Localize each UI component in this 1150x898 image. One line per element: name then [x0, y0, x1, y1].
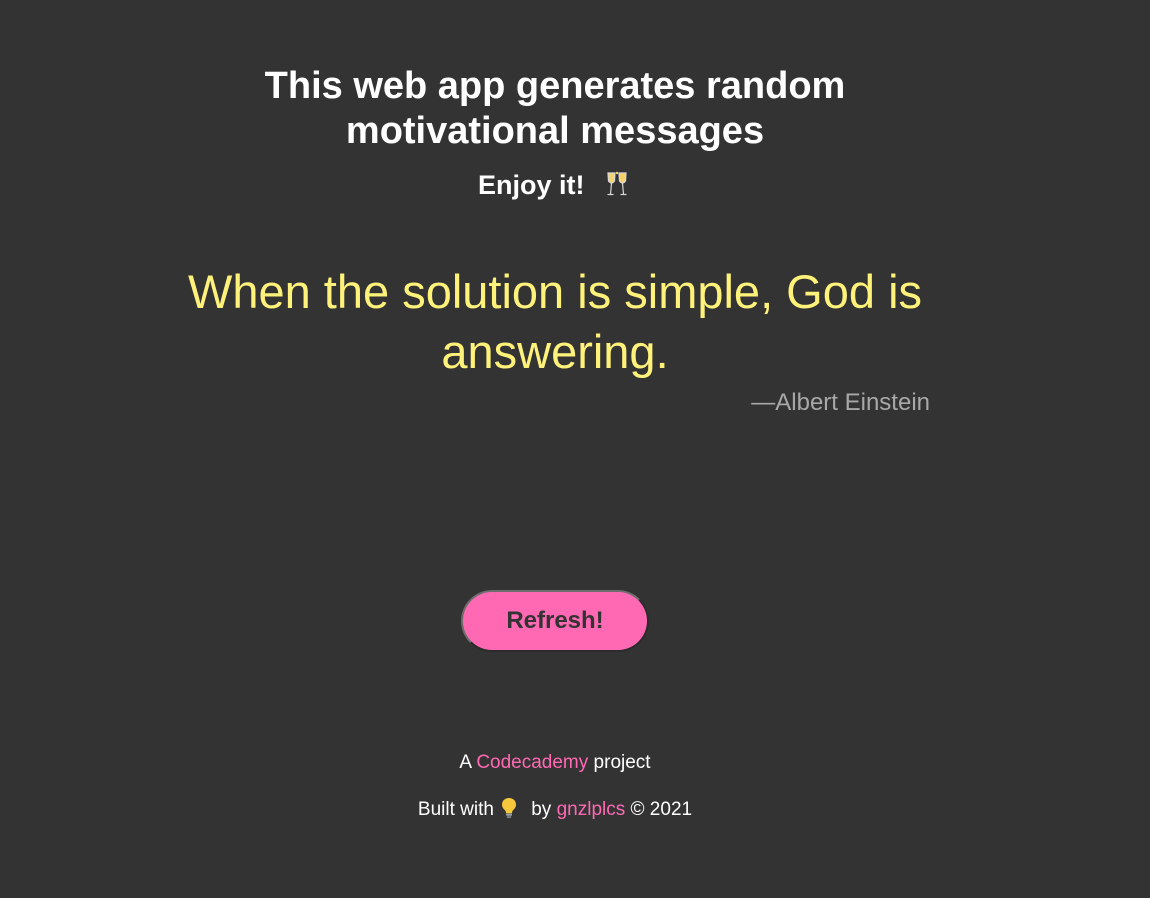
page-title: This web app generates random motivation… [264, 65, 846, 152]
footer: A Codecademy project Built with by gnzlp… [0, 750, 1110, 844]
subtitle: Enjoy it! [0, 168, 1110, 202]
lightbulb-icon [500, 797, 518, 819]
footer-project-line: A Codecademy project [0, 750, 1110, 776]
refresh-button[interactable]: Refresh! [461, 590, 649, 652]
header: This web app generates random motivation… [0, 0, 1110, 202]
champagne-glasses-icon [602, 170, 632, 200]
quote-block: When the solution is simple, God is answ… [170, 262, 940, 416]
copyright-text: © 2021 [630, 799, 693, 820]
subtitle-text: Enjoy it! [477, 170, 585, 200]
footer-prefix: A [459, 752, 472, 773]
by-text: by [531, 799, 552, 820]
codecademy-link[interactable]: Codecademy [476, 752, 588, 773]
author-link[interactable]: gnzlplcs [557, 799, 626, 820]
footer-suffix: project [593, 752, 651, 773]
quote-author: —Albert Einstein [751, 389, 930, 416]
quote-text: When the solution is simple, God is answ… [187, 265, 923, 378]
built-with-text: Built with [417, 799, 494, 820]
footer-credit-line: Built with by gnzlplcs © 2021 [0, 797, 1110, 823]
